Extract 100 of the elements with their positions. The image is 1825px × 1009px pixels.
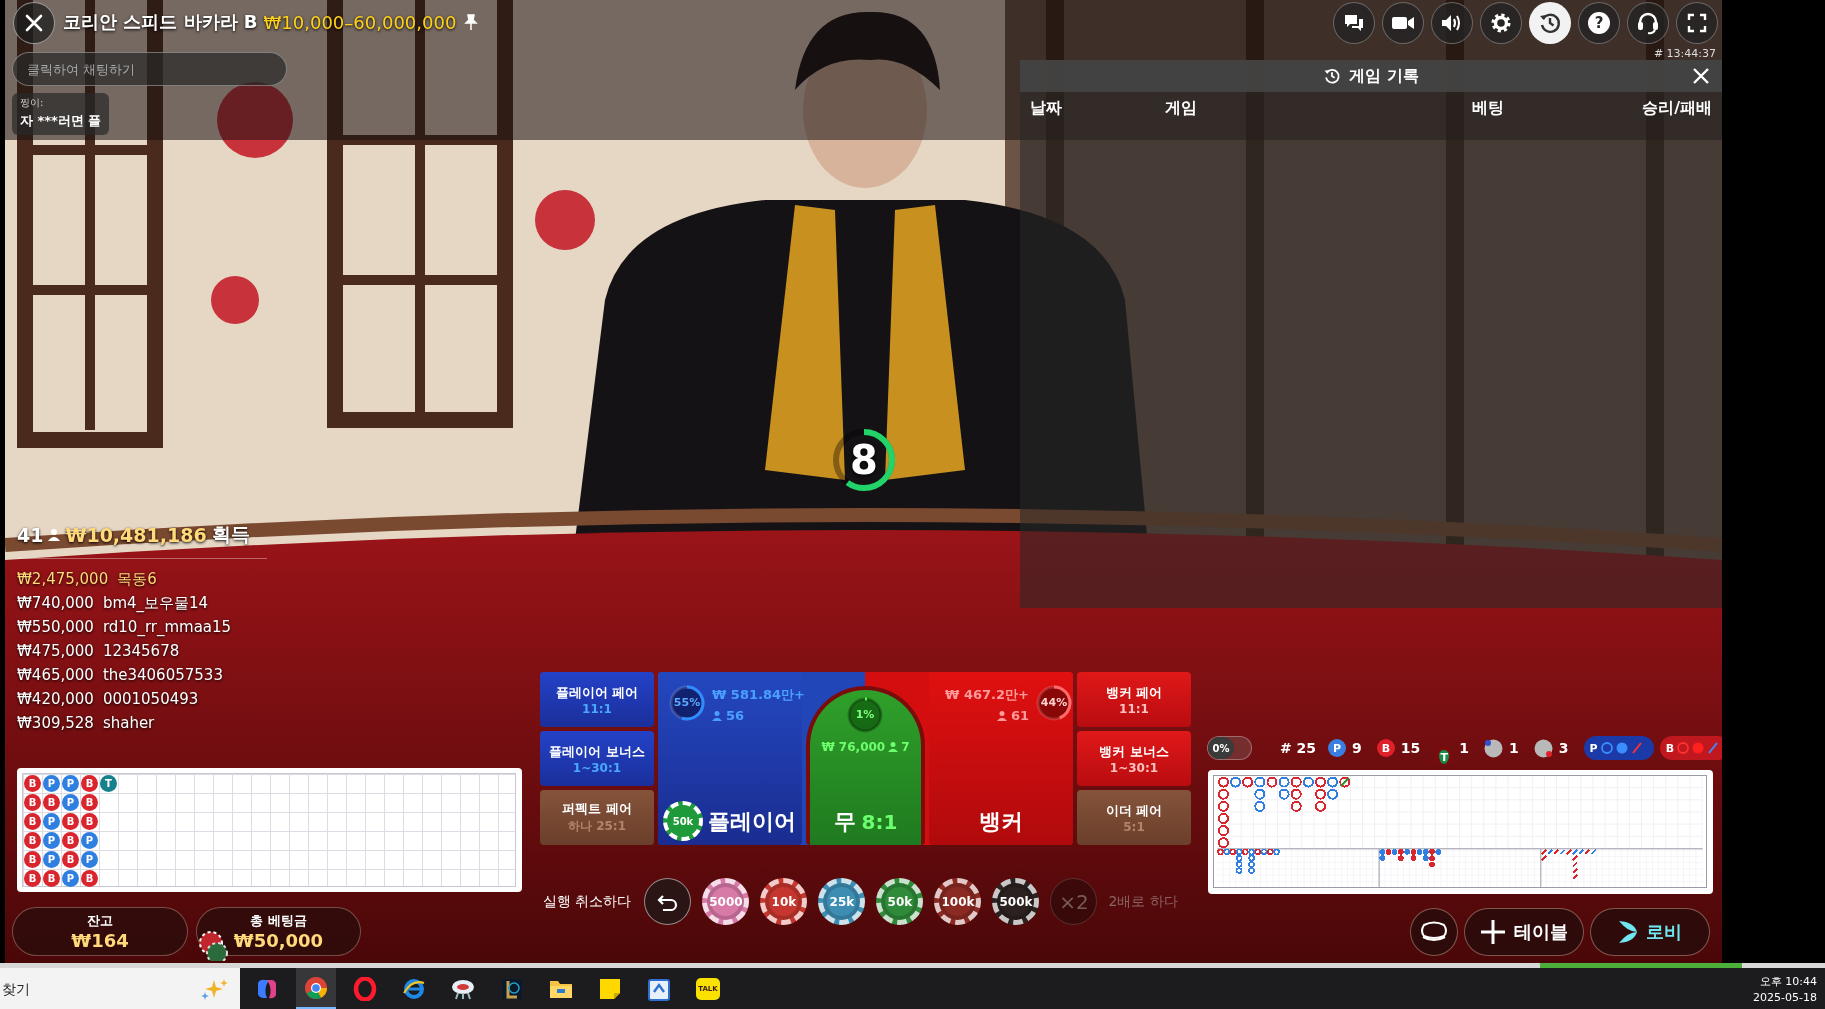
person-icon — [48, 528, 61, 542]
winner-amount: ₩475,000 — [17, 642, 94, 660]
predict-button[interactable]: P — [1583, 736, 1654, 760]
bead: P — [62, 775, 79, 792]
panel-title: 게임 기록 — [1349, 65, 1419, 87]
winner-amount: ₩550,000 — [17, 618, 94, 636]
headset-icon — [1637, 11, 1659, 35]
round-id: # 13:44:37 — [1653, 47, 1716, 60]
winner-name: the3406057533 — [102, 666, 223, 684]
person-icon — [996, 709, 1007, 722]
bet-odds: 8:1 — [861, 810, 898, 834]
chat-icon — [1343, 13, 1365, 33]
bet-total: ₩ 76,000 — [821, 740, 886, 754]
bead: P — [81, 851, 98, 868]
winner-amount: ₩309,528 — [17, 714, 94, 732]
add-table-button[interactable]: 테이블 — [1464, 908, 1584, 956]
double-label: 2배로 하다 — [1108, 892, 1178, 911]
column-header: 승리/패배 — [1642, 98, 1712, 119]
winner-amount: ₩420,000 — [17, 690, 94, 708]
column-header: 게임 — [1165, 98, 1198, 119]
bead: P — [81, 832, 98, 849]
column-header: 베팅 — [1472, 98, 1504, 119]
big-eye-road-drawing — [1217, 848, 1280, 874]
bead: B — [24, 794, 41, 811]
side-bet-button[interactable]: 퍼펙트 페어 하나 25:1 — [540, 790, 654, 845]
tie-bet-area[interactable]: 1% ₩ 76,000 7 무 8:1 — [806, 686, 925, 845]
player-bet-area[interactable]: 55% ₩ 581.84만+ 56 50k 플레이어 — [658, 672, 802, 845]
camera-icon — [1391, 15, 1415, 31]
person-icon — [712, 709, 722, 722]
chat-input[interactable]: 클릭하여 채팅하기 — [12, 52, 287, 86]
clock-time: 오후 10:44 — [1759, 973, 1817, 989]
side-bet-button[interactable]: 뱅커 페어 11:1 — [1077, 672, 1191, 727]
winner-name: 목동6 — [117, 569, 157, 589]
column-header: 날짜 — [1030, 98, 1063, 119]
winner-name: 12345678 — [102, 642, 180, 660]
side-bet-button[interactable]: 이더 페어 5:1 — [1077, 790, 1191, 845]
bead: B — [62, 813, 79, 830]
side-bet-button[interactable]: 플레이어 보너스 1~30:1 — [540, 731, 654, 786]
search-field[interactable]: 찾기 — [0, 968, 240, 1009]
bead: B — [62, 832, 79, 849]
countdown-ring — [831, 427, 897, 493]
player-count: 61 — [1010, 708, 1029, 723]
plus-icon — [1480, 919, 1506, 945]
scrollbar[interactable] — [0, 963, 1825, 968]
winner-amount: ₩465,000 — [17, 666, 94, 684]
countdown-number: 8 — [850, 437, 878, 483]
player-count: 56 — [726, 708, 745, 723]
bead: P — [43, 832, 60, 849]
app-icon — [648, 976, 670, 1001]
bead: B — [43, 870, 60, 887]
bet-label: 무 — [833, 808, 856, 836]
bead: B — [24, 832, 41, 849]
bead: B — [24, 870, 41, 887]
message-author: 찡이: — [20, 96, 45, 110]
browser-icon — [402, 976, 426, 1001]
sparkle-icon — [200, 978, 230, 1000]
side-bet-button[interactable]: 플레이어 페어 11:1 — [540, 672, 654, 727]
side-bet-button[interactable]: 뱅커 보너스 1~30:1 — [1077, 731, 1191, 786]
balance-label: 잔고 — [87, 912, 113, 930]
clock[interactable]: 오후 10:44 2025-05-18 — [1753, 973, 1817, 1004]
result-count: 15 — [1400, 740, 1421, 756]
ring-icon — [353, 976, 377, 1001]
history-icon — [1538, 11, 1562, 35]
result-count: 1 — [1459, 740, 1470, 756]
person-icon — [888, 741, 899, 753]
fullscreen-icon — [1687, 13, 1707, 33]
bead: B — [24, 813, 41, 830]
result-count: 1 — [1509, 740, 1519, 756]
message-text: 자 ***러면 플 — [20, 112, 102, 130]
lobby-button[interactable]: 로비 — [1590, 908, 1710, 956]
bead: B — [43, 794, 60, 811]
bead: B — [81, 775, 98, 792]
percent-label: 55% — [672, 696, 702, 709]
banker-bet-area[interactable]: 44% ₩ 467.2만+ 61 뱅커 — [929, 672, 1073, 845]
percent-label: 1% — [854, 708, 876, 721]
bead: T — [100, 775, 117, 792]
bead: B — [81, 794, 98, 811]
player-count: 7 — [901, 740, 910, 754]
result-count: 9 — [1352, 740, 1362, 756]
total-winnings: ₩10,481,186 — [65, 524, 207, 546]
percent-toggle[interactable]: 0% — [1207, 736, 1252, 760]
winner-name: shaher — [102, 714, 155, 732]
percent-label: 44% — [1039, 696, 1069, 709]
clock-date: 2025-05-18 — [1753, 990, 1817, 1004]
bead: P — [43, 813, 60, 830]
percent-ring — [1035, 684, 1073, 722]
bet-label: 플레이어 — [707, 808, 797, 836]
settings-icon — [1490, 12, 1512, 34]
bead: P — [62, 794, 79, 811]
winner-name: rd10_rr_mmaa15 — [102, 618, 232, 636]
bead: B — [24, 775, 41, 792]
table-title: 코리안 스피드 바카라 B — [63, 10, 258, 34]
leaf-icon — [1618, 920, 1638, 944]
bead: B — [81, 870, 98, 887]
bead: B — [81, 813, 98, 830]
winner-name: 0001050493 — [102, 690, 199, 708]
winner-name: bm4_보우물14 — [102, 593, 209, 613]
percent-ring — [668, 684, 706, 722]
predict-button[interactable]: B — [1659, 736, 1722, 760]
pin-icon[interactable] — [462, 13, 481, 31]
